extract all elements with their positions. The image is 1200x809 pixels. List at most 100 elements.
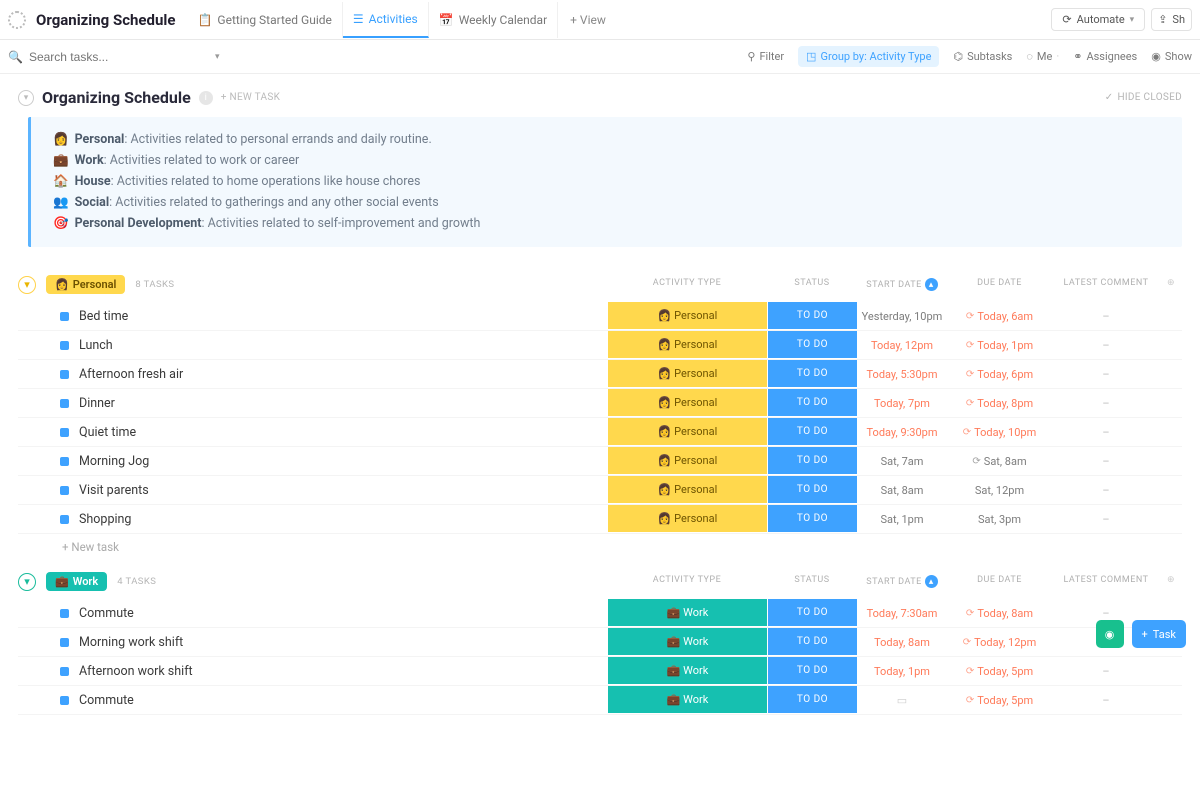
start-date-cell[interactable]: Yesterday, 10pm bbox=[857, 302, 947, 330]
activity-type-cell[interactable]: 👩 Personal bbox=[607, 302, 767, 330]
activity-type-cell[interactable]: 💼 Work bbox=[607, 657, 767, 685]
task-row[interactable]: Afternoon work shift 💼 Work TO DO Today,… bbox=[18, 657, 1182, 686]
status-square-icon[interactable] bbox=[60, 609, 69, 618]
status-cell[interactable]: TO DO bbox=[767, 360, 857, 388]
status-square-icon[interactable] bbox=[60, 312, 69, 321]
assignees-button[interactable]: ⚭Assignees bbox=[1073, 50, 1137, 63]
comment-cell[interactable]: – bbox=[1052, 302, 1160, 330]
status-square-icon[interactable] bbox=[60, 515, 69, 524]
collapse-group-button[interactable]: ▾ bbox=[18, 276, 36, 294]
col-latest-comment[interactable]: LATEST COMMENT bbox=[1052, 575, 1160, 588]
activity-type-cell[interactable]: 👩 Personal bbox=[607, 476, 767, 504]
group-by-button[interactable]: ◳Group by: Activity Type bbox=[798, 46, 939, 67]
start-date-cell[interactable]: Sat, 8am bbox=[857, 476, 947, 504]
task-name[interactable]: Afternoon fresh air bbox=[79, 367, 183, 382]
comment-cell[interactable]: – bbox=[1052, 447, 1160, 475]
comment-cell[interactable]: – bbox=[1052, 389, 1160, 417]
due-date-cell[interactable]: ⟳Sat, 8am bbox=[947, 447, 1052, 475]
view-tab-weekly-calendar[interactable]: 📅Weekly Calendar bbox=[429, 2, 558, 38]
status-cell[interactable]: TO DO bbox=[767, 302, 857, 330]
status-square-icon[interactable] bbox=[60, 667, 69, 676]
share-button[interactable]: ⇪ Sh bbox=[1151, 8, 1192, 31]
start-date-cell[interactable]: Today, 7:30am bbox=[857, 599, 947, 627]
calendar-icon[interactable]: ▭ bbox=[897, 694, 907, 707]
task-row[interactable]: Dinner 👩 Personal TO DO Today, 7pm ⟳Toda… bbox=[18, 389, 1182, 418]
status-cell[interactable]: TO DO bbox=[767, 505, 857, 533]
col-due-date[interactable]: DUE DATE bbox=[947, 278, 1052, 291]
col-status[interactable]: STATUS bbox=[767, 575, 857, 588]
add-column-button[interactable]: ⊕ bbox=[1160, 278, 1182, 291]
due-date-cell[interactable]: ⟳Today, 6am bbox=[947, 302, 1052, 330]
status-square-icon[interactable] bbox=[60, 428, 69, 437]
task-row[interactable]: Shopping 👩 Personal TO DO Sat, 1pm Sat, … bbox=[18, 505, 1182, 534]
view-tab-activities[interactable]: ☰Activities bbox=[343, 2, 429, 38]
col-due-date[interactable]: DUE DATE bbox=[947, 575, 1052, 588]
start-date-cell[interactable]: ▭ bbox=[857, 686, 947, 714]
task-name[interactable]: Shopping bbox=[79, 512, 131, 527]
col-status[interactable]: STATUS bbox=[767, 278, 857, 291]
group-pill[interactable]: 💼Work bbox=[46, 572, 107, 591]
status-cell[interactable]: TO DO bbox=[767, 447, 857, 475]
due-date-cell[interactable]: Sat, 3pm bbox=[947, 505, 1052, 533]
activity-type-cell[interactable]: 👩 Personal bbox=[607, 505, 767, 533]
task-row[interactable]: Visit parents 👩 Personal TO DO Sat, 8am … bbox=[18, 476, 1182, 505]
collapse-list-icon[interactable]: ▾ bbox=[18, 90, 34, 106]
comment-cell[interactable]: – bbox=[1052, 331, 1160, 359]
new-task-row[interactable]: + New task bbox=[18, 534, 1182, 554]
status-cell[interactable]: TO DO bbox=[767, 599, 857, 627]
comment-cell[interactable]: – bbox=[1052, 476, 1160, 504]
status-square-icon[interactable] bbox=[60, 696, 69, 705]
task-name[interactable]: Morning work shift bbox=[79, 635, 183, 650]
col-activity-type[interactable]: ACTIVITY TYPE bbox=[607, 278, 767, 291]
comment-cell[interactable]: – bbox=[1052, 360, 1160, 388]
add-column-button[interactable]: ⊕ bbox=[1160, 575, 1182, 588]
due-date-cell[interactable]: ⟳Today, 10pm bbox=[947, 418, 1052, 446]
task-row[interactable]: Morning work shift 💼 Work TO DO Today, 8… bbox=[18, 628, 1182, 657]
task-name[interactable]: Quiet time bbox=[79, 425, 136, 440]
task-row[interactable]: Lunch 👩 Personal TO DO Today, 12pm ⟳Toda… bbox=[18, 331, 1182, 360]
activity-type-cell[interactable]: 💼 Work bbox=[607, 599, 767, 627]
activity-type-cell[interactable]: 👩 Personal bbox=[607, 389, 767, 417]
add-view-button[interactable]: + View bbox=[560, 13, 616, 27]
task-row[interactable]: Commute 💼 Work TO DO ▭ ⟳Today, 5pm – bbox=[18, 686, 1182, 715]
task-name[interactable]: Lunch bbox=[79, 338, 113, 353]
task-name[interactable]: Morning Jog bbox=[79, 454, 149, 469]
task-name[interactable]: Visit parents bbox=[79, 483, 149, 498]
collapse-group-button[interactable]: ▾ bbox=[18, 573, 36, 591]
due-date-cell[interactable]: ⟳Today, 5pm bbox=[947, 686, 1052, 714]
status-cell[interactable]: TO DO bbox=[767, 418, 857, 446]
comment-cell[interactable]: – bbox=[1052, 657, 1160, 685]
activity-type-cell[interactable]: 💼 Work bbox=[607, 686, 767, 714]
status-cell[interactable]: TO DO bbox=[767, 686, 857, 714]
status-square-icon[interactable] bbox=[60, 399, 69, 408]
search-input[interactable] bbox=[29, 50, 209, 64]
show-button[interactable]: ◉Show bbox=[1151, 50, 1192, 63]
col-start-date[interactable]: START DATE▴ bbox=[857, 278, 947, 291]
status-cell[interactable]: TO DO bbox=[767, 331, 857, 359]
task-name[interactable]: Bed time bbox=[79, 309, 128, 324]
due-date-cell[interactable]: ⟳Today, 1pm bbox=[947, 331, 1052, 359]
status-square-icon[interactable] bbox=[60, 638, 69, 647]
start-date-cell[interactable]: Sat, 1pm bbox=[857, 505, 947, 533]
start-date-cell[interactable]: Today, 9:30pm bbox=[857, 418, 947, 446]
subtasks-button[interactable]: ⌬Subtasks bbox=[953, 50, 1012, 63]
col-activity-type[interactable]: ACTIVITY TYPE bbox=[607, 575, 767, 588]
task-row[interactable]: Quiet time 👩 Personal TO DO Today, 9:30p… bbox=[18, 418, 1182, 447]
status-square-icon[interactable] bbox=[60, 457, 69, 466]
activity-type-cell[interactable]: 👩 Personal bbox=[607, 331, 767, 359]
task-row[interactable]: Commute 💼 Work TO DO Today, 7:30am ⟳Toda… bbox=[18, 599, 1182, 628]
new-task-button[interactable]: + NEW TASK bbox=[221, 92, 280, 103]
status-square-icon[interactable] bbox=[60, 486, 69, 495]
start-date-cell[interactable]: Sat, 7am bbox=[857, 447, 947, 475]
status-cell[interactable]: TO DO bbox=[767, 657, 857, 685]
status-square-icon[interactable] bbox=[60, 370, 69, 379]
task-name[interactable]: Afternoon work shift bbox=[79, 664, 193, 679]
status-square-icon[interactable] bbox=[60, 341, 69, 350]
comment-cell[interactable]: – bbox=[1052, 505, 1160, 533]
record-fab[interactable]: ◉ bbox=[1096, 620, 1124, 648]
group-pill[interactable]: 👩Personal bbox=[46, 275, 125, 294]
task-row[interactable]: Afternoon fresh air 👩 Personal TO DO Tod… bbox=[18, 360, 1182, 389]
status-cell[interactable]: TO DO bbox=[767, 389, 857, 417]
due-date-cell[interactable]: ⟳Today, 12pm bbox=[947, 628, 1052, 656]
due-date-cell[interactable]: Sat, 12pm bbox=[947, 476, 1052, 504]
